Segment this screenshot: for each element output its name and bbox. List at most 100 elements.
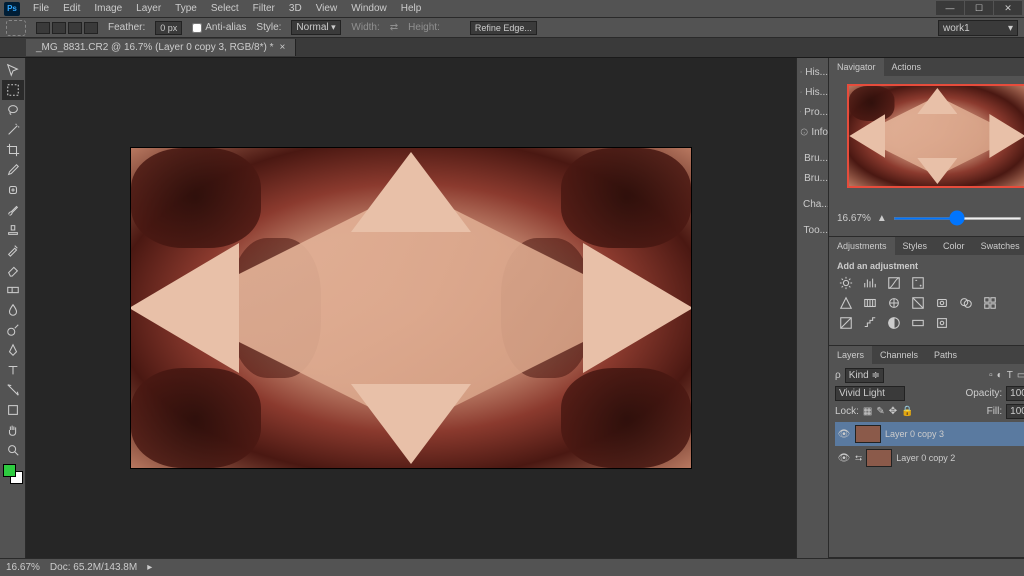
- canvas-area[interactable]: [26, 58, 796, 558]
- visibility-toggle-icon[interactable]: 👁: [837, 429, 851, 440]
- menu-help[interactable]: Help: [394, 3, 429, 14]
- status-doc-size[interactable]: Doc: 65.2M/143.8M: [50, 562, 137, 573]
- window-minimize-button[interactable]: —: [936, 1, 964, 15]
- selection-intersect-icon[interactable]: [84, 22, 98, 34]
- adj-levels-icon[interactable]: [861, 275, 879, 291]
- filter-pixel-icon[interactable]: ▫: [989, 370, 993, 381]
- layer-item[interactable]: 👁 ⮀ Layer 0 copy 2: [835, 446, 1024, 470]
- window-close-button[interactable]: ✕: [994, 1, 1022, 15]
- layer-item[interactable]: 👁 Layer 0 copy 3: [835, 422, 1024, 446]
- adj-photo-filter-icon[interactable]: [933, 295, 951, 311]
- brush-tool[interactable]: [2, 200, 24, 220]
- workspace-select[interactable]: work1▾: [938, 20, 1018, 36]
- adj-hue-icon[interactable]: [861, 295, 879, 311]
- filter-adjustment-icon[interactable]: ◐: [997, 370, 1003, 381]
- menu-edit[interactable]: Edit: [56, 3, 87, 14]
- menu-filter[interactable]: Filter: [246, 3, 282, 14]
- menu-type[interactable]: Type: [168, 3, 204, 14]
- adj-channel-mixer-icon[interactable]: [957, 295, 975, 311]
- tab-actions[interactable]: Actions: [884, 58, 930, 76]
- marquee-tool-icon[interactable]: [6, 20, 26, 36]
- move-tool[interactable]: [2, 60, 24, 80]
- strip-brushes[interactable]: Bru...: [797, 148, 828, 168]
- marquee-tool[interactable]: [2, 80, 24, 100]
- tab-color[interactable]: Color: [935, 237, 973, 255]
- foreground-color-swatch[interactable]: [3, 464, 16, 477]
- lock-transparent-icon[interactable]: ▦: [863, 406, 872, 417]
- filter-type-icon[interactable]: T: [1007, 370, 1013, 381]
- zoom-out-icon[interactable]: ▲: [877, 213, 887, 224]
- path-tool[interactable]: [2, 380, 24, 400]
- adj-curves-icon[interactable]: [885, 275, 903, 291]
- selection-new-icon[interactable]: [36, 22, 50, 34]
- tab-navigator[interactable]: Navigator: [829, 58, 884, 76]
- stamp-tool[interactable]: [2, 220, 24, 240]
- adj-selective-color-icon[interactable]: [933, 315, 951, 331]
- adj-exposure-icon[interactable]: [909, 275, 927, 291]
- layer-name[interactable]: Layer 0 copy 2: [896, 453, 955, 463]
- layer-thumbnail[interactable]: [866, 449, 892, 467]
- lasso-tool[interactable]: [2, 100, 24, 120]
- strip-properties[interactable]: Pro...: [797, 102, 828, 122]
- healing-tool[interactable]: [2, 180, 24, 200]
- adj-gradient-map-icon[interactable]: [909, 315, 927, 331]
- strip-character[interactable]: Cha...: [797, 194, 828, 214]
- navigator-zoom-slider[interactable]: [893, 217, 1022, 220]
- strip-tool-presets[interactable]: Too...: [797, 220, 828, 240]
- visibility-toggle-icon[interactable]: 👁: [837, 453, 851, 464]
- menu-3d[interactable]: 3D: [282, 3, 309, 14]
- strip-brush-presets[interactable]: Bru...: [797, 168, 828, 188]
- adj-color-lookup-icon[interactable]: [981, 295, 999, 311]
- zoom-tool[interactable]: [2, 440, 24, 460]
- status-zoom[interactable]: 16.67%: [6, 562, 40, 573]
- adj-color-balance-icon[interactable]: [885, 295, 903, 311]
- status-arrow-icon[interactable]: ▸: [147, 562, 152, 573]
- magic-wand-tool[interactable]: [2, 120, 24, 140]
- type-tool[interactable]: [2, 360, 24, 380]
- hand-tool[interactable]: [2, 420, 24, 440]
- adj-brightness-icon[interactable]: [837, 275, 855, 291]
- fill-input[interactable]: 100%: [1006, 404, 1024, 419]
- menu-select[interactable]: Select: [204, 3, 246, 14]
- antialias-checkbox[interactable]: Anti-alias: [192, 22, 246, 33]
- menu-layer[interactable]: Layer: [129, 3, 168, 14]
- style-select[interactable]: Normal ▾: [291, 20, 341, 35]
- selection-add-icon[interactable]: [52, 22, 66, 34]
- eraser-tool[interactable]: [2, 260, 24, 280]
- tab-swatches[interactable]: Swatches: [973, 237, 1024, 255]
- tab-paths[interactable]: Paths: [926, 346, 965, 364]
- document-tab[interactable]: _MG_8831.CR2 @ 16.7% (Layer 0 copy 3, RG…: [26, 39, 296, 56]
- window-maximize-button[interactable]: ☐: [965, 1, 993, 15]
- strip-info[interactable]: Info: [797, 122, 828, 142]
- adj-vibrance-icon[interactable]: [837, 295, 855, 311]
- selection-subtract-icon[interactable]: [68, 22, 82, 34]
- menu-image[interactable]: Image: [87, 3, 129, 14]
- document-canvas[interactable]: [131, 148, 691, 468]
- lock-position-icon[interactable]: ✥: [889, 406, 897, 417]
- history-brush-tool[interactable]: [2, 240, 24, 260]
- refine-edge-button[interactable]: Refine Edge...: [470, 21, 537, 35]
- adj-bw-icon[interactable]: [909, 295, 927, 311]
- dodge-tool[interactable]: [2, 320, 24, 340]
- adj-posterize-icon[interactable]: [861, 315, 879, 331]
- menu-window[interactable]: Window: [344, 3, 394, 14]
- crop-tool[interactable]: [2, 140, 24, 160]
- menu-view[interactable]: View: [309, 3, 345, 14]
- strip-histogram[interactable]: His...: [797, 82, 828, 102]
- shape-tool[interactable]: [2, 400, 24, 420]
- opacity-input[interactable]: 100%: [1006, 386, 1024, 401]
- layer-thumbnail[interactable]: [855, 425, 881, 443]
- pen-tool[interactable]: [2, 340, 24, 360]
- layer-kind-select[interactable]: Kind ≑: [845, 368, 884, 383]
- navigator-zoom-value[interactable]: 16.67%: [837, 213, 871, 224]
- tab-adjustments[interactable]: Adjustments: [829, 237, 895, 255]
- link-icon[interactable]: ⮀: [855, 453, 862, 464]
- lock-pixels-icon[interactable]: ✎: [876, 406, 884, 417]
- tab-styles[interactable]: Styles: [895, 237, 936, 255]
- close-tab-icon[interactable]: ×: [280, 42, 286, 53]
- filter-shape-icon[interactable]: ▭: [1017, 370, 1024, 381]
- navigator-thumbnail[interactable]: [847, 84, 1024, 188]
- adj-invert-icon[interactable]: [837, 315, 855, 331]
- feather-input[interactable]: 0 px: [155, 21, 182, 35]
- adj-threshold-icon[interactable]: [885, 315, 903, 331]
